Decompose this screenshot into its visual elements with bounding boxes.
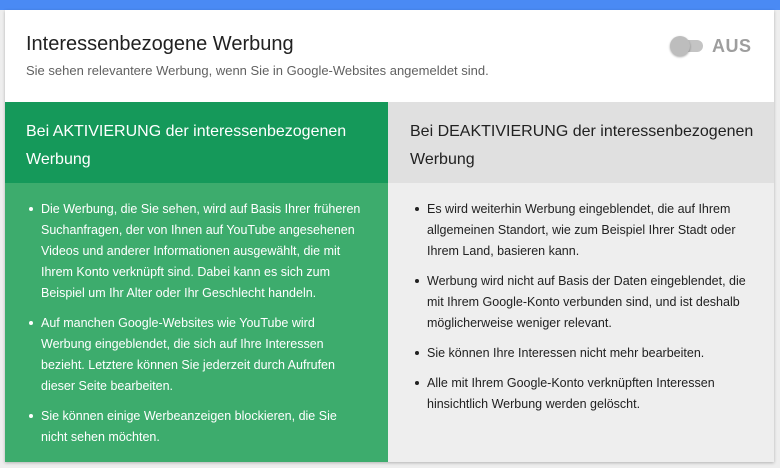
page-subtitle: Sie sehen relevantere Werbung, wenn Sie … (26, 63, 489, 78)
ad-personalization-toggle[interactable] (670, 36, 704, 56)
card-header: Interessenbezogene Werbung Sie sehen rel… (5, 10, 774, 102)
list-item: Sie können einige Werbeanzeigen blockier… (29, 406, 364, 448)
list-item: Auf manchen Google-Websites wie YouTube … (29, 313, 364, 397)
when-disabled-heading: Bei DEAKTIVIERUNG der interessenbezogene… (388, 102, 774, 183)
list-item: Es wird weiterhin Werbung eingeblendet, … (415, 199, 754, 262)
list-item: Sie können Ihre Interessen nicht mehr be… (415, 343, 754, 364)
list-item: Werbung wird nicht auf Basis der Daten e… (415, 271, 754, 334)
when-enabled-list: Die Werbung, die Sie sehen, wird auf Bas… (5, 199, 388, 457)
toggle-state-label[interactable]: AUS (712, 36, 752, 57)
list-item: Alle mit Ihrem Google-Konto verknüpften … (415, 373, 754, 415)
when-enabled-column: Bei AKTIVIERUNG der interessenbezogenen … (5, 102, 388, 462)
toggle-thumb[interactable] (670, 36, 690, 56)
when-disabled-column: Bei DEAKTIVIERUNG der interessenbezogene… (388, 102, 774, 462)
when-enabled-heading: Bei AKTIVIERUNG der interessenbezogenen … (5, 102, 388, 183)
list-item: Die Werbung, die Sie sehen, wird auf Bas… (29, 199, 364, 304)
page-title: Interessenbezogene Werbung (26, 33, 294, 55)
top-accent-bar (0, 0, 780, 10)
when-disabled-list: Es wird weiterhin Werbung eingeblendet, … (388, 199, 774, 424)
ad-personalization-card: Interessenbezogene Werbung Sie sehen rel… (5, 10, 774, 462)
